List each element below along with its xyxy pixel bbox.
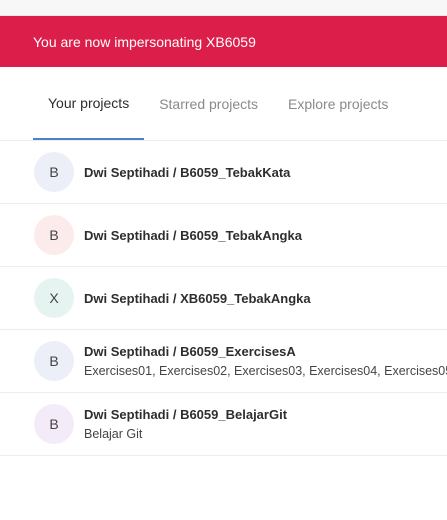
project-row[interactable]: B Dwi Septihadi / B6059_TebakAngka [0, 204, 447, 267]
project-title-link[interactable]: Dwi Septihadi / B6059_TebakAngka [84, 228, 302, 243]
tab-your-projects[interactable]: Your projects [33, 67, 145, 140]
avatar-letter: B [49, 416, 59, 432]
project-row[interactable]: B Dwi Septihadi / B6059_ExercisesA Exerc… [0, 330, 447, 393]
project-title-link[interactable]: Dwi Septihadi / B6059_TebakKata [84, 165, 290, 180]
tab-starred-projects[interactable]: Starred projects [144, 67, 273, 140]
project-avatar[interactable]: B [34, 152, 74, 192]
tab-label: Starred projects [159, 95, 259, 112]
impersonation-banner-text: You are now impersonating XB6059 [33, 33, 256, 50]
top-strip [0, 0, 447, 16]
tab-explore-projects[interactable]: Explore projects [273, 67, 403, 140]
avatar-letter: X [49, 290, 59, 306]
project-title-link[interactable]: Dwi Septihadi / B6059_ExercisesA [84, 344, 447, 359]
project-avatar[interactable]: X [34, 278, 74, 318]
impersonation-banner: You are now impersonating XB6059 [0, 16, 447, 67]
project-description: Exercises01, Exercises02, Exercises03, E… [84, 364, 447, 378]
project-avatar[interactable]: B [34, 404, 74, 444]
tab-label: Your projects [48, 94, 130, 111]
tab-label: Explore projects [288, 95, 389, 112]
project-title-link[interactable]: Dwi Septihadi / XB6059_TebakAngka [84, 291, 311, 306]
project-description: Belajar Git [84, 427, 143, 441]
project-avatar[interactable]: B [34, 341, 74, 381]
project-avatar[interactable]: B [34, 215, 74, 255]
project-row[interactable]: X Dwi Septihadi / XB6059_TebakAngka [0, 267, 447, 330]
avatar-letter: B [49, 164, 59, 180]
project-list: B Dwi Septihadi / B6059_TebakKata B Dwi … [0, 141, 447, 456]
avatar-letter: B [49, 353, 59, 369]
project-title-link[interactable]: Dwi Septihadi / B6059_BelajarGit [84, 407, 287, 422]
avatar-letter: B [49, 227, 59, 243]
project-row[interactable]: B Dwi Septihadi / B6059_BelajarGit Belaj… [0, 393, 447, 456]
project-tabs: Your projects Starred projects Explore p… [0, 67, 447, 141]
project-row[interactable]: B Dwi Septihadi / B6059_TebakKata [0, 141, 447, 204]
